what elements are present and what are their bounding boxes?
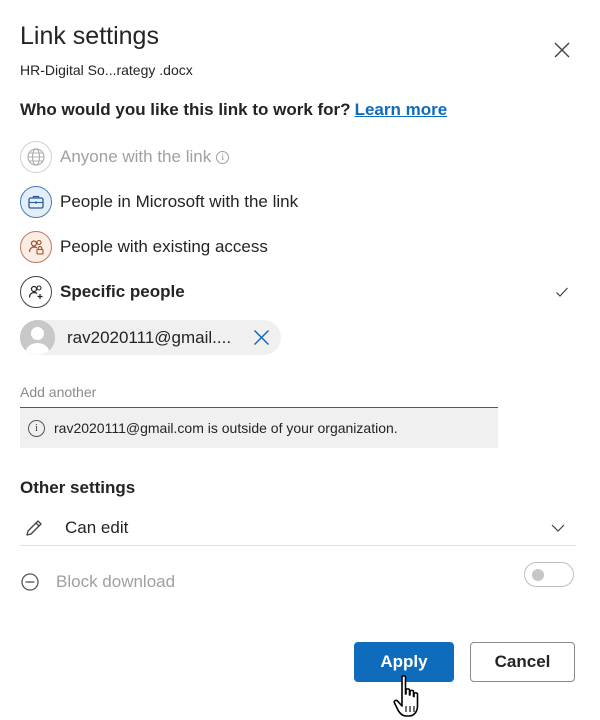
permission-dropdown[interactable]: Can edit (20, 510, 576, 546)
option-anyone-label: Anyone with the link (60, 147, 212, 166)
checkmark-icon (556, 287, 568, 297)
info-icon[interactable]: i (216, 150, 230, 164)
audience-question-text: Who would you like this link to work for… (20, 100, 351, 119)
people-lock-icon (20, 231, 52, 263)
recipient-chip: rav2020111@gmail.... (20, 320, 281, 355)
audience-question: Who would you like this link to work for… (20, 100, 447, 120)
toggle-knob (532, 569, 544, 581)
block-download-toggle[interactable] (524, 562, 574, 587)
pencil-icon (26, 519, 42, 536)
option-specific-people-label: Specific people (60, 282, 185, 301)
option-specific-people[interactable]: Specific people (20, 276, 580, 308)
avatar (20, 320, 55, 355)
info-icon: i (28, 419, 45, 437)
remove-recipient-icon[interactable] (252, 328, 271, 347)
recipient-email: rav2020111@gmail.... (67, 327, 232, 347)
people-add-icon (20, 276, 52, 308)
add-another-input[interactable] (20, 376, 498, 408)
globe-icon (20, 141, 52, 173)
file-name: HR-Digital So...rategy .docx (20, 62, 193, 78)
external-notice-text: rav2020111@gmail.com is outside of your … (54, 420, 398, 436)
block-download-row: Block download (20, 562, 576, 598)
block-icon (21, 573, 39, 591)
external-notice: i rav2020111@gmail.com is outside of you… (20, 408, 498, 448)
option-anyone[interactable]: Anyone with the link i (20, 141, 580, 173)
learn-more-link[interactable]: Learn more (355, 100, 448, 119)
option-people-in-org-label: People in Microsoft with the link (60, 192, 299, 211)
option-people-in-org[interactable]: People in Microsoft with the link (20, 186, 580, 218)
block-download-label: Block download (56, 572, 176, 591)
other-settings-heading: Other settings (20, 478, 136, 497)
close-icon (554, 42, 570, 58)
close-button[interactable] (548, 36, 576, 64)
chevron-down-icon (551, 524, 565, 532)
briefcase-icon (20, 186, 52, 218)
option-existing-access[interactable]: People with existing access (20, 231, 580, 263)
apply-button[interactable]: Apply (354, 642, 454, 682)
permission-label: Can edit (65, 517, 129, 537)
dialog-title: Link settings (20, 22, 159, 50)
cancel-button[interactable]: Cancel (470, 642, 575, 682)
option-existing-access-label: People with existing access (60, 237, 268, 256)
